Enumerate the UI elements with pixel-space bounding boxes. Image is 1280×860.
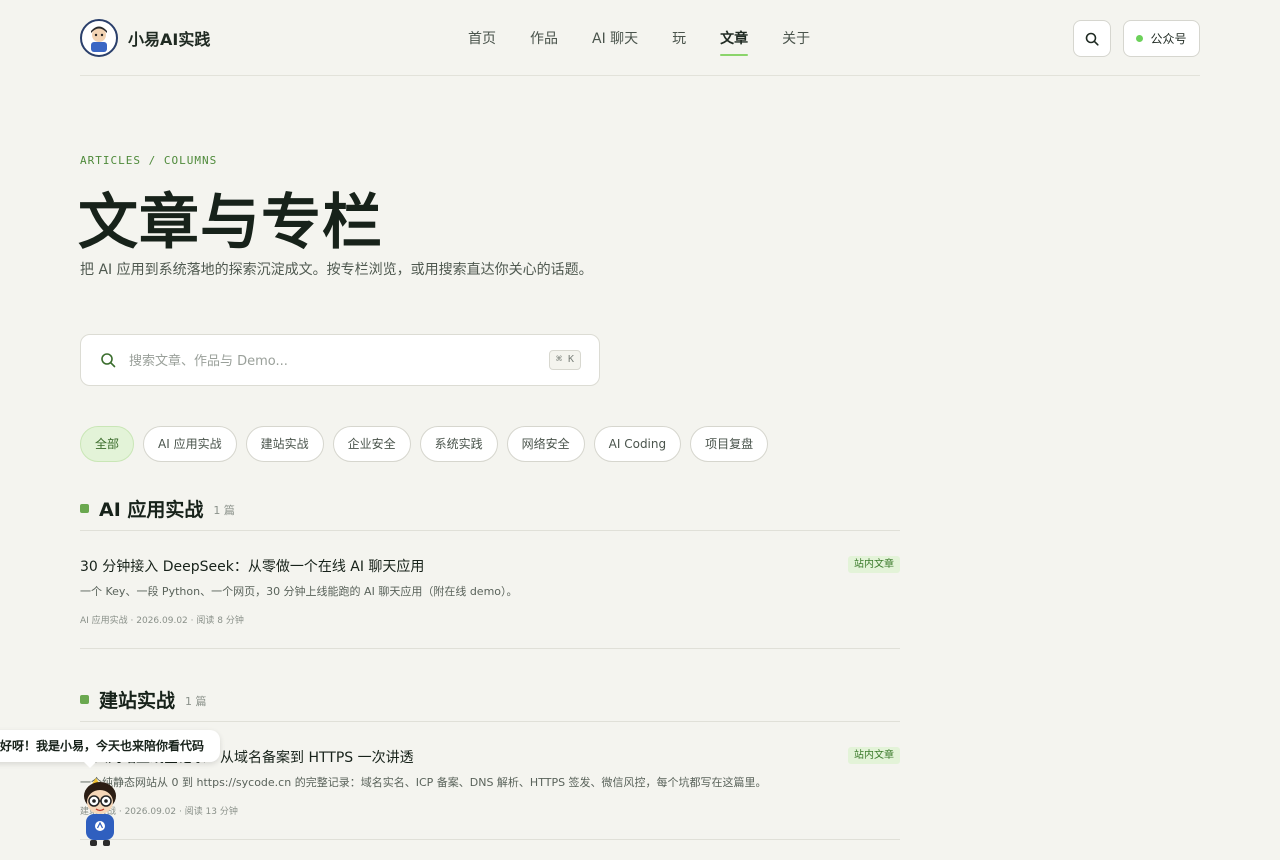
search-input[interactable] bbox=[129, 349, 529, 373]
section-header: 建站实战 1 篇 bbox=[80, 686, 207, 713]
status-dot-icon bbox=[1136, 35, 1144, 42]
divider bbox=[80, 530, 900, 531]
mascot-character[interactable] bbox=[78, 776, 122, 850]
nav-home[interactable]: 首页 bbox=[468, 28, 496, 56]
filter-site-building[interactable]: 建站实战 bbox=[245, 426, 324, 462]
divider bbox=[80, 648, 900, 649]
filter-enterprise-security[interactable]: 企业安全 bbox=[332, 426, 411, 462]
filter-ai-coding[interactable]: AI Coding bbox=[593, 426, 682, 462]
section-header: AI 应用实战 1 篇 bbox=[80, 495, 235, 522]
filter-all[interactable]: 全部 bbox=[80, 426, 135, 462]
section-title: AI 应用实战 bbox=[99, 499, 204, 521]
article-tag: 站内文章 bbox=[848, 556, 900, 573]
divider bbox=[80, 839, 900, 840]
nav-about[interactable]: 关于 bbox=[782, 28, 810, 56]
nav-works[interactable]: 作品 bbox=[530, 28, 558, 56]
brand[interactable]: 小易AI实践 bbox=[80, 19, 210, 57]
logo-avatar-icon bbox=[80, 19, 118, 57]
article-description: 一个纯静态网站从 0 到 https://sycode.cn 的完整记录：域名实… bbox=[80, 776, 767, 789]
article-item[interactable]: 30 分钟接入 DeepSeek：从零做一个在线 AI 聊天应用 站内文章 一个… bbox=[80, 556, 900, 628]
nav-articles[interactable]: 文章 bbox=[720, 28, 749, 56]
filter-network-security[interactable]: 网络安全 bbox=[506, 426, 585, 462]
filter-systems[interactable]: 系统实践 bbox=[419, 426, 498, 462]
category-filters: 全部 AI 应用实战 建站实战 企业安全 系统实践 网络安全 AI Coding… bbox=[80, 426, 777, 462]
mascot-speech-bubble: 好呀！我是小易，今天也来陪你看代码 bbox=[0, 730, 221, 768]
section-marker-icon bbox=[80, 695, 89, 704]
nav-play[interactable]: 玩 bbox=[672, 28, 686, 56]
article-meta: AI 应用实战 · 2026.09.02 · 阅读 8 分钟 bbox=[80, 616, 244, 626]
filter-ai-apps[interactable]: AI 应用实战 bbox=[143, 426, 237, 462]
article-tag: 站内文章 bbox=[848, 747, 900, 764]
article-description: 一个 Key、一段 Python、一个网页，30 分钟上线能跑的 AI 聊天应用… bbox=[80, 585, 518, 598]
article-title[interactable]: 30 分钟接入 DeepSeek：从零做一个在线 AI 聊天应用 bbox=[80, 556, 900, 576]
main-nav: 首页 作品 AI 聊天 玩 文章 关于 bbox=[468, 28, 844, 56]
section-marker-icon bbox=[80, 504, 89, 513]
section-count: 1 篇 bbox=[213, 504, 235, 517]
mascot-icon bbox=[84, 778, 116, 846]
page-subtitle: 把 AI 应用到系统落地的探索沉淀成文。按专栏浏览，或用搜索直达你关心的话题。 bbox=[80, 262, 593, 278]
wechat-account-label: 公众号 bbox=[1150, 32, 1187, 46]
header-search-button[interactable] bbox=[1073, 20, 1111, 57]
page-eyebrow: ARTICLES / COLUMNS bbox=[80, 154, 218, 167]
nav-ai-chat[interactable]: AI 聊天 bbox=[592, 28, 638, 56]
brand-name: 小易AI实践 bbox=[128, 30, 211, 49]
shortcut-hint: ⌘ K bbox=[548, 350, 581, 370]
search-icon bbox=[101, 353, 116, 368]
article-search: ⌘ K bbox=[80, 334, 600, 386]
wechat-account-button[interactable]: 公众号 bbox=[1123, 20, 1200, 57]
section-title: 建站实战 bbox=[99, 690, 176, 712]
site-header: 小易AI实践 首页 作品 AI 聊天 玩 文章 关于 公众号 bbox=[80, 0, 1200, 76]
search-icon bbox=[1085, 32, 1099, 46]
page-title: 文章与专栏 bbox=[78, 188, 383, 258]
section-count: 1 篇 bbox=[185, 695, 207, 708]
filter-project-review[interactable]: 项目复盘 bbox=[690, 426, 769, 462]
divider bbox=[80, 721, 900, 722]
